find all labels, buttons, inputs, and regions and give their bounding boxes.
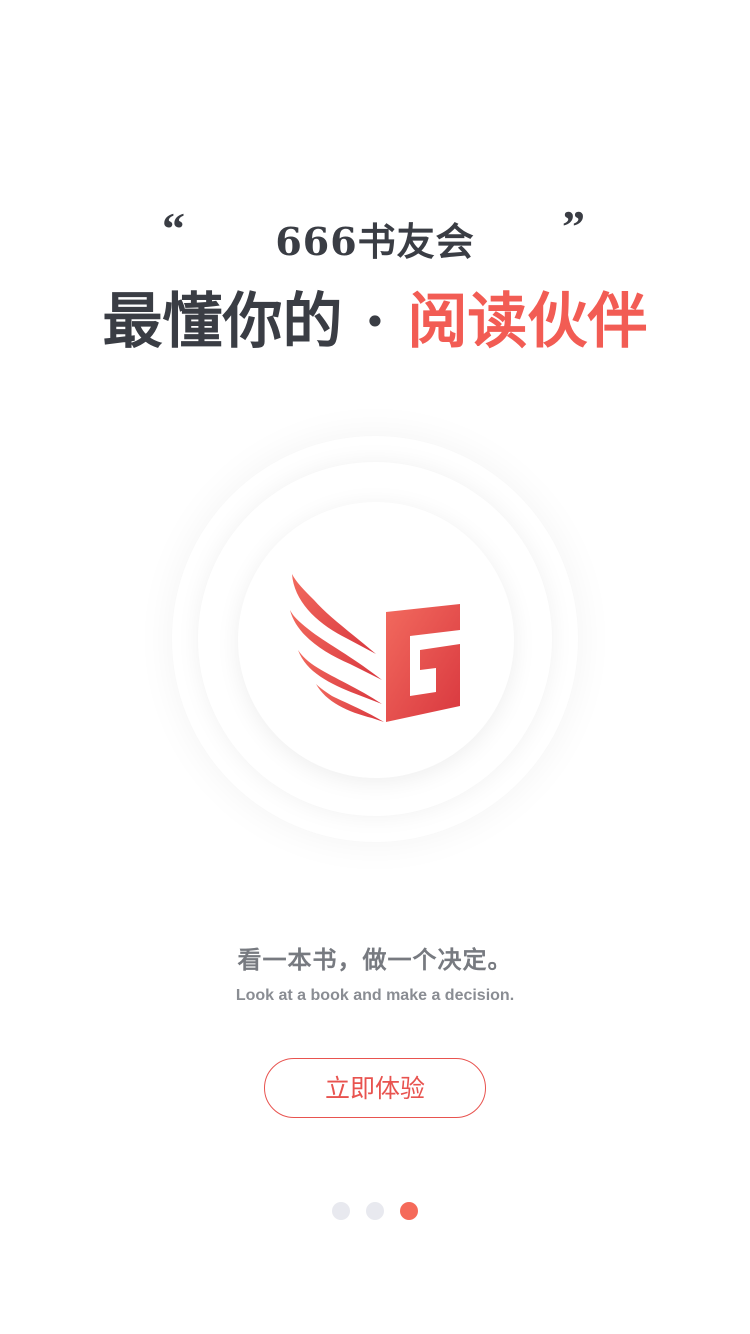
onboarding-screen: “ ” 666书友会 最懂你的 · 阅读伙伴 看一本书，做一个决定。 Look at…	[0, 0, 750, 1334]
start-experience-button[interactable]: 立即体验	[264, 1058, 486, 1118]
slogan: 最懂你的 · 阅读伙伴	[0, 286, 750, 358]
slogan-dark-text: 最懂你的	[102, 287, 343, 357]
page-dot-1[interactable]	[332, 1202, 350, 1220]
page-indicator	[0, 1202, 750, 1220]
book-wing-g-logo-icon	[290, 574, 460, 722]
tagline-chinese: 看一本书，做一个决定。	[237, 945, 513, 974]
page-dot-3-active[interactable]	[400, 1202, 418, 1220]
slogan-accent-text: 阅读伙伴	[407, 287, 648, 357]
slogan-separator: ·	[364, 287, 386, 357]
brand-title: 666书友会	[275, 219, 475, 264]
tagline-english: Look at a book and make a decision.	[235, 987, 515, 1004]
page-dot-2[interactable]	[366, 1202, 384, 1220]
